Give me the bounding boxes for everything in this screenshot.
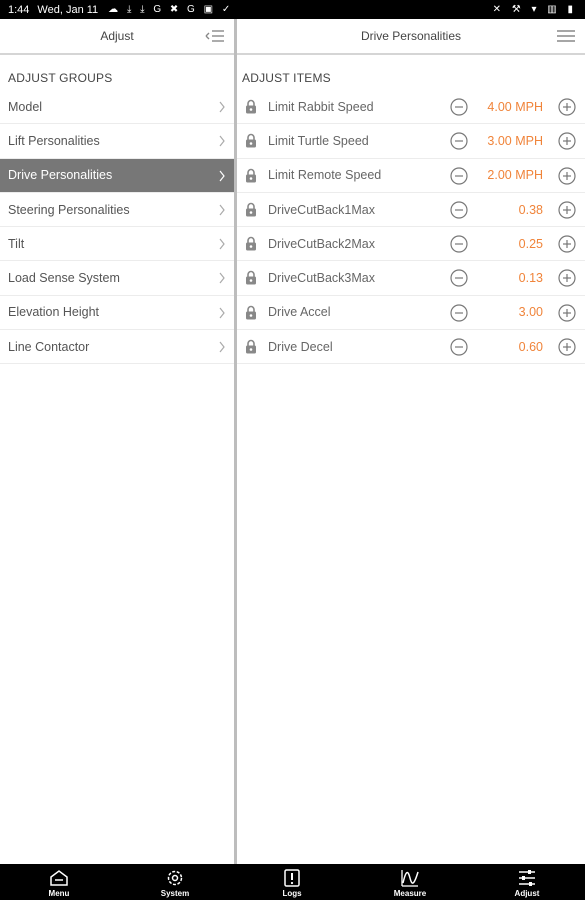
lock-icon	[246, 168, 256, 183]
adjust-item-value: 0.60	[518, 339, 543, 354]
adjust-item-name: Limit Remote Speed	[268, 168, 382, 183]
increment-icon[interactable]	[558, 235, 576, 253]
adjust-item-value: 2.00 MPH	[487, 168, 543, 183]
nav-logs-label: Logs	[282, 889, 302, 898]
adjust-groups-pane: Adjust ADJUST GROUPS Model Lift Personal…	[0, 19, 234, 864]
group-item-label: Line Contactor	[8, 339, 90, 354]
group-item-load-sense-system[interactable]: Load Sense System	[0, 261, 234, 296]
adjust-item-name: DriveCutBack2Max	[268, 236, 375, 251]
lock-icon	[246, 236, 256, 251]
sliders-icon	[519, 870, 535, 886]
group-item-label: Model	[8, 99, 43, 114]
adjust-item-name: DriveCutBack3Max	[268, 271, 375, 286]
adjust-items-list: Limit Rabbit Speed 4.00 MPH Limit Turtle…	[237, 90, 585, 365]
waveform-icon	[401, 870, 419, 887]
lock-icon	[246, 134, 256, 148]
adjust-groups-list: Model Lift Personalities Drive Personali…	[0, 90, 234, 365]
lock-icon	[246, 305, 256, 320]
nav-adjust-button[interactable]: Adjust	[497, 864, 557, 900]
increment-icon[interactable]	[558, 201, 576, 219]
right-pane-header: Drive Personalities	[237, 19, 585, 55]
chevron-right-icon	[219, 273, 225, 284]
chevron-right-icon	[219, 170, 225, 181]
collapse-menu-icon[interactable]	[205, 28, 225, 44]
increment-icon[interactable]	[558, 132, 576, 150]
adjust-groups-heading: ADJUST GROUPS	[8, 71, 113, 85]
status-date: Wed, Jan 11	[37, 3, 99, 16]
system-status-icons: ✕ ⚒ ▾ ▥ ▮	[492, 4, 577, 15]
chevron-right-icon	[219, 135, 225, 147]
group-item-steering-personalities[interactable]: Steering Personalities	[0, 193, 234, 228]
adjust-items-heading: ADJUST ITEMS	[242, 71, 331, 85]
left-pane-title: Adjust	[100, 29, 134, 43]
alert-log-icon	[284, 869, 300, 887]
adjust-item-value: 0.25	[518, 236, 543, 251]
increment-icon[interactable]	[558, 338, 576, 356]
adjust-item-row: DriveCutBack3Max 0.13	[237, 261, 585, 296]
adjust-item-name: Drive Accel	[268, 305, 331, 320]
adjust-items-pane: Drive Personalities ADJUST ITEMS Limit R…	[237, 19, 585, 864]
chevron-right-icon	[219, 204, 225, 216]
left-pane-header: Adjust	[0, 19, 234, 55]
adjust-item-value: 3.00	[518, 305, 543, 320]
adjust-item-name: Limit Rabbit Speed	[268, 99, 374, 114]
adjust-item-value: 0.38	[518, 202, 543, 217]
adjust-item-row: Drive Accel 3.00	[237, 296, 585, 331]
adjust-item-value: 0.13	[518, 271, 543, 286]
adjust-item-name: Drive Decel	[268, 339, 333, 354]
nav-measure-button[interactable]: Measure	[380, 864, 440, 900]
increment-icon[interactable]	[558, 98, 576, 116]
group-item-elevation-height[interactable]: Elevation Height	[0, 296, 234, 331]
group-item-drive-personalities[interactable]: Drive Personalities	[0, 158, 234, 193]
chevron-right-icon	[219, 307, 225, 319]
adjust-item-name: DriveCutBack1Max	[268, 202, 375, 217]
nav-system-button[interactable]: System	[145, 864, 205, 900]
adjust-item-row: Drive Decel 0.60	[237, 330, 585, 365]
status-bar: 1:44 Wed, Jan 11 ☁ ⤓ ⤓ G ✖ G ▣ ✓ ✕ ⚒ ▾ ▥…	[0, 0, 585, 19]
nav-logs-button[interactable]: Logs	[262, 864, 322, 900]
group-item-lift-personalities[interactable]: Lift Personalities	[0, 124, 234, 159]
chevron-right-icon	[219, 101, 225, 113]
group-item-label: Drive Personalities	[8, 168, 113, 183]
adjust-item-row: Limit Rabbit Speed 4.00 MPH	[237, 90, 585, 125]
lock-icon	[246, 271, 256, 285]
nav-measure-label: Measure	[393, 889, 427, 898]
nav-adjust-label: Adjust	[514, 889, 540, 898]
increment-icon[interactable]	[558, 166, 576, 185]
group-item-label: Lift Personalities	[8, 133, 100, 148]
lock-icon	[246, 339, 256, 354]
lock-icon	[246, 202, 256, 217]
increment-icon[interactable]	[558, 304, 576, 322]
group-item-label: Elevation Height	[8, 305, 100, 320]
nav-menu-label: Menu	[48, 889, 70, 898]
adjust-item-value: 4.00 MPH	[487, 99, 543, 114]
notification-icons: ☁ ⤓ ⤓ G ✖ G ▣ ✓	[108, 4, 234, 15]
group-item-label: Load Sense System	[8, 271, 120, 286]
group-item-label: Steering Personalities	[8, 202, 130, 217]
adjust-item-row: Limit Remote Speed 2.00 MPH	[237, 159, 585, 193]
adjust-item-row: DriveCutBack2Max 0.25	[237, 227, 585, 262]
adjust-item-value: 3.00 MPH	[487, 133, 543, 148]
bottom-navigation: Menu System Logs Measure Adjust	[0, 864, 585, 900]
adjust-item-row: Limit Turtle Speed 3.00 MPH	[237, 124, 585, 159]
lock-icon	[246, 99, 256, 114]
group-item-label: Tilt	[8, 236, 25, 251]
chevron-right-icon	[219, 341, 225, 353]
right-pane-title: Drive Personalities	[360, 29, 462, 43]
group-item-tilt[interactable]: Tilt	[0, 227, 234, 262]
gear-icon	[167, 870, 183, 886]
nav-system-label: System	[160, 889, 190, 898]
increment-icon[interactable]	[558, 269, 576, 288]
chevron-right-icon	[219, 238, 225, 250]
home-icon	[50, 870, 68, 886]
adjust-item-row: DriveCutBack1Max 0.38	[237, 193, 585, 228]
group-item-model[interactable]: Model	[0, 90, 234, 125]
adjust-item-name: Limit Turtle Speed	[268, 133, 369, 148]
nav-menu-button[interactable]: Menu	[29, 864, 89, 900]
group-item-line-contactor[interactable]: Line Contactor	[0, 330, 234, 365]
status-time: 1:44	[8, 3, 30, 16]
hamburger-menu-icon[interactable]	[556, 28, 576, 44]
